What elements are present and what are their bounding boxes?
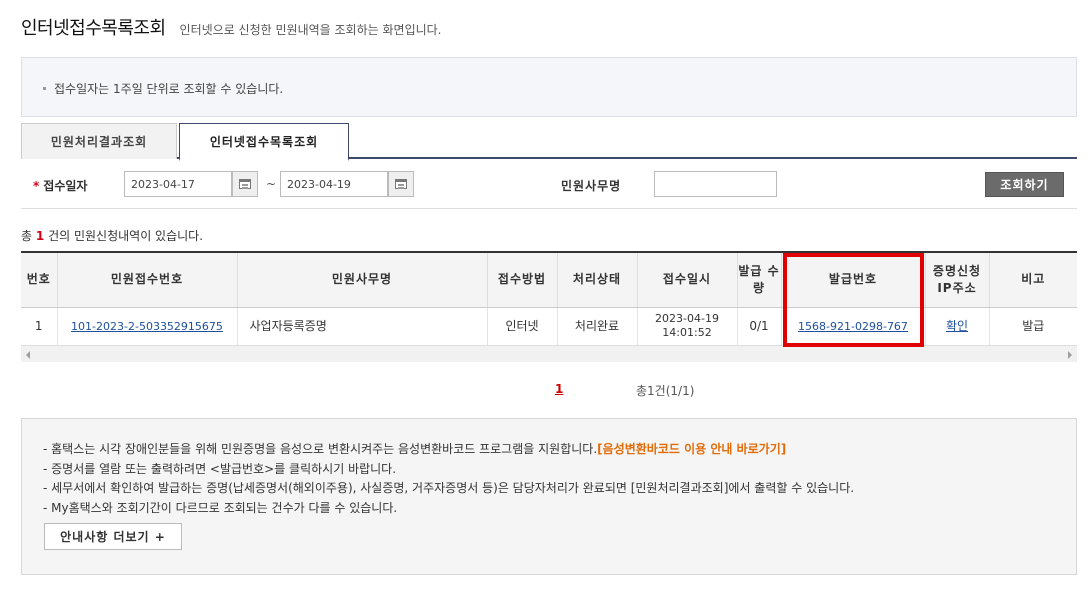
col-header-office-name: 민원사무명 xyxy=(237,253,488,308)
page-link-current[interactable]: 1 xyxy=(555,382,563,396)
date-to-input[interactable]: 2023-04-19 xyxy=(280,171,388,197)
col-header-no: 번호 xyxy=(21,253,58,308)
guide-list: - 홈택스는 시각 장애인분들을 위해 민원증명을 음성으로 변환시켜주는 음성… xyxy=(43,440,854,518)
table-row: 1 101-2023-2-503352915675 사업자등록증명 인터넷 처리… xyxy=(21,307,1077,345)
guide-item: - 세무서에서 확인하여 발급하는 증명(납세증명서(해외이주용), 사실증명,… xyxy=(43,481,855,495)
cell-issue-no: 1568-921-0298-767 xyxy=(781,307,926,345)
table-header-row: 번호 민원접수번호 민원사무명 접수방법 처리상태 접수일시 발급 수량 발급번… xyxy=(21,253,1077,308)
cell-method: 인터넷 xyxy=(487,307,558,345)
guide-item: - 홈택스는 시각 장애인분들을 위해 민원증명을 음성으로 변환시켜주는 음성… xyxy=(43,440,854,460)
guide-text-1: - 홈택스는 시각 장애인분들을 위해 민원증명을 음성으로 변환시켜주는 음성… xyxy=(43,442,598,456)
calendar-icon xyxy=(239,179,251,189)
col-header-method: 접수방법 xyxy=(487,253,558,308)
guide-item: - My홈택스와 조회기간이 다르므로 조회되는 건수가 다를 수 있습니다. xyxy=(43,500,398,515)
col-header-status: 처리상태 xyxy=(557,253,638,308)
result-count-number: 1 xyxy=(35,229,45,243)
cell-quantity: 0/1 xyxy=(737,307,782,345)
col-header-issue-no: 발급번호 xyxy=(781,253,926,308)
notice-text: 접수일자는 1주일 단위로 조회할 수 있습니다. xyxy=(54,82,284,96)
cell-remark: 발급 xyxy=(1022,319,1045,334)
tab-bar: 민원처리결과조회 인터넷접수목록조회 xyxy=(21,123,1077,161)
result-suffix: 건의 민원신청내역이 있습니다. xyxy=(48,229,204,243)
col-header-ip: 증명신청 IP주소 xyxy=(925,253,990,308)
horizontal-scrollbar[interactable] xyxy=(21,345,1077,362)
col-header-quantity: 발급 수량 xyxy=(737,253,782,308)
col-header-date: 접수일시 xyxy=(637,253,738,308)
cell-date-day: 2023-04-19 xyxy=(655,312,719,326)
notice-box: 접수일자는 1주일 단위로 조회할 수 있습니다. xyxy=(21,57,1077,117)
cell-receipt-no: 101-2023-2-503352915675 xyxy=(57,307,238,345)
search-bar: * 접수일자 2023-04-17 ~ 2023-04-19 민원사무명 조회하기 xyxy=(21,161,1077,209)
issue-no-link[interactable]: 1568-921-0298-767 xyxy=(798,320,908,333)
cell-ip: 확인 xyxy=(925,307,990,345)
search-button[interactable]: 조회하기 xyxy=(985,172,1064,197)
page-header: 인터넷접수목록조회 인터넷으로 신청한 민원내역을 조회하는 화면입니다. xyxy=(21,14,442,40)
cell-no: 1 xyxy=(21,307,58,345)
required-mark: * xyxy=(33,179,40,193)
date-to-calendar-button[interactable] xyxy=(388,171,414,197)
calendar-icon xyxy=(395,179,407,189)
scroll-left-icon[interactable] xyxy=(26,351,30,359)
cell-date: 2023-04-19 14:01:52 xyxy=(637,307,738,345)
office-name-input[interactable] xyxy=(654,171,777,197)
receipt-no-link[interactable]: 101-2023-2-503352915675 xyxy=(71,320,223,333)
ip-confirm-link[interactable]: 확인 xyxy=(946,319,968,333)
guide-item: - 증명서를 열람 또는 출력하려면 <발급번호>를 클릭하시기 바랍니다. xyxy=(43,461,397,476)
bullet-icon xyxy=(43,87,46,90)
voice-barcode-guide-link[interactable]: [음성변환바코드 이용 안내 바로가기] xyxy=(597,442,786,456)
col-header-receipt-no: 민원접수번호 xyxy=(57,253,238,308)
tab-internet-receipt-list[interactable]: 인터넷접수목록조회 xyxy=(179,123,349,161)
office-name-label: 민원사무명 xyxy=(561,179,622,193)
guide-box: - 홈택스는 시각 장애인분들을 위해 민원증명을 음성으로 변환시켜주는 음성… xyxy=(21,418,1077,575)
cell-status: 처리완료 xyxy=(557,307,638,345)
more-guide-button[interactable]: 안내사항 더보기 + xyxy=(44,523,182,550)
page-title: 인터넷접수목록조회 xyxy=(21,18,166,39)
date-range-separator: ~ xyxy=(266,177,277,191)
result-count: 총 1 건의 민원신청내역이 있습니다. xyxy=(21,227,203,244)
result-prefix: 총 xyxy=(21,229,33,243)
date-label: * 접수일자 xyxy=(33,177,87,194)
page-subtitle: 인터넷으로 신청한 민원내역을 조회하는 화면입니다. xyxy=(179,23,442,37)
tab-process-result[interactable]: 민원처리결과조회 xyxy=(21,123,177,159)
scroll-right-icon[interactable] xyxy=(1068,351,1072,359)
date-from-calendar-button[interactable] xyxy=(232,171,258,197)
receipt-table: 번호 민원접수번호 민원사무명 접수방법 처리상태 접수일시 발급 수량 발급번… xyxy=(21,251,1077,362)
notice-item: 접수일자는 1주일 단위로 조회할 수 있습니다. xyxy=(43,80,283,97)
page-summary: 총1건(1/1) xyxy=(636,384,695,398)
date-label-text: 접수일자 xyxy=(43,179,88,193)
cell-office-name: 사업자등록증명 xyxy=(237,307,488,345)
date-from-input[interactable]: 2023-04-17 xyxy=(124,171,232,197)
cell-date-time: 14:01:52 xyxy=(662,326,712,340)
col-header-remark: 비고 xyxy=(989,253,1077,308)
